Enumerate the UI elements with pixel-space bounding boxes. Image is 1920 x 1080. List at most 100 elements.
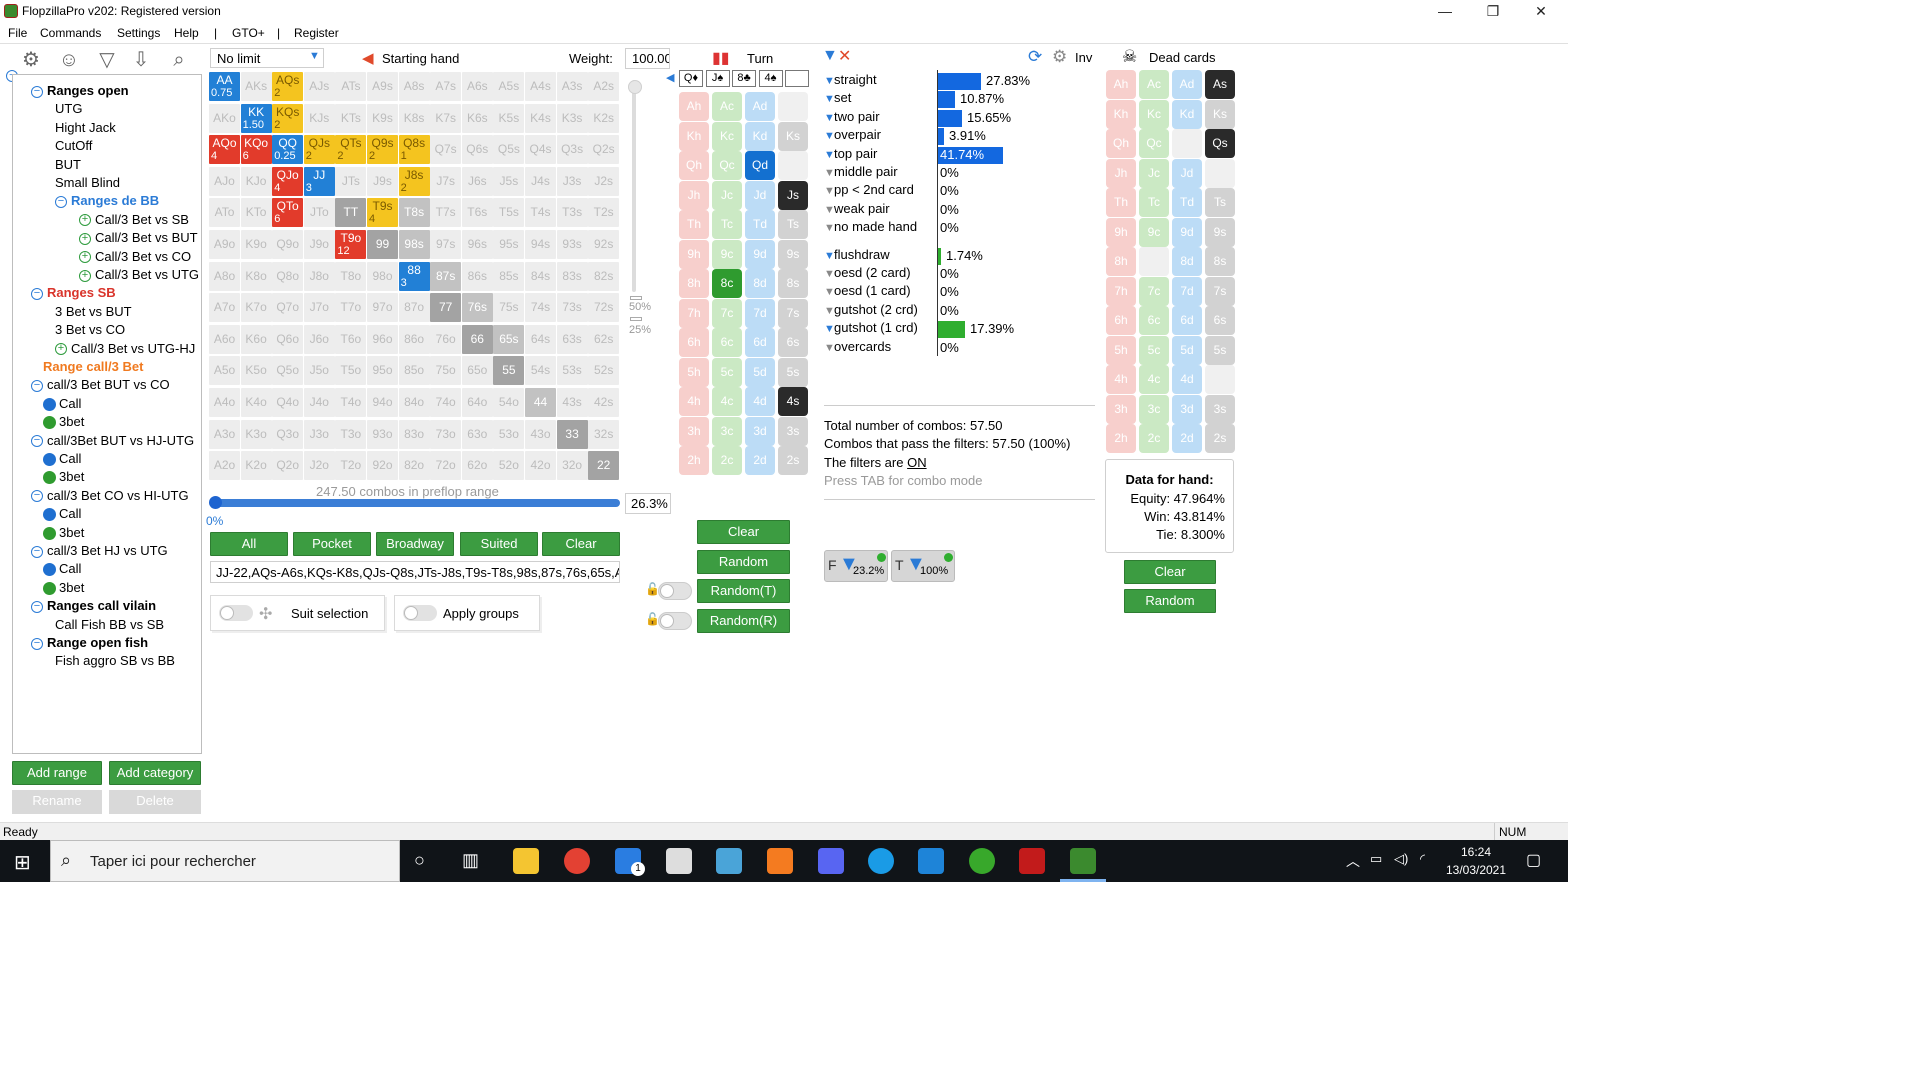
card-As[interactable]: As <box>778 92 808 121</box>
hand-cell[interactable]: AJo <box>209 166 240 196</box>
dead-card-7d[interactable]: 7d <box>1172 276 1202 306</box>
tree-node[interactable]: UTG <box>55 101 82 117</box>
tree-node[interactable]: + Call/3 Bet vs UTG <box>79 267 199 283</box>
weight-slider-track[interactable] <box>632 80 636 292</box>
tree-node[interactable]: + Call/3 Bet vs CO <box>79 249 191 265</box>
hand-cell[interactable]: 76s <box>461 293 493 323</box>
add-category-button[interactable]: Add category <box>109 761 201 785</box>
hand-cell[interactable]: Q5o <box>272 356 304 386</box>
tree-expander-icon[interactable]: − <box>31 379 43 392</box>
tree-node[interactable]: Call <box>43 506 81 522</box>
gear-icon[interactable]: ⚙ <box>18 47 44 73</box>
hand-cell[interactable]: Q9s 2 <box>367 135 398 165</box>
card-3c[interactable]: 3c <box>712 416 742 446</box>
dead-card-6d[interactable]: 6d <box>1172 306 1202 335</box>
hand-cell[interactable]: A5o <box>209 356 240 386</box>
hand-cell[interactable]: K9o <box>240 230 272 259</box>
hand-cell[interactable]: J2o <box>303 451 335 481</box>
range-all-button[interactable]: All <box>210 532 288 556</box>
users-icon[interactable]: ☺ <box>56 47 82 73</box>
menu-gto[interactable]: GTO+ <box>232 26 265 40</box>
hand-cell[interactable]: A3o <box>209 419 240 449</box>
filter-icon[interactable]: ▼ <box>824 167 835 179</box>
tree-expander-icon[interactable]: − <box>31 545 43 558</box>
tree-node[interactable]: + Call/3 Bet vs BUT <box>79 230 198 246</box>
hand-cell[interactable]: T4s <box>525 198 556 228</box>
hand-cell[interactable]: KTs <box>335 103 367 133</box>
hand-cell[interactable]: A7o <box>209 293 240 323</box>
hand-cell[interactable]: K3s <box>556 103 588 133</box>
volume-icon[interactable]: ◁) <box>1394 851 1408 867</box>
card-Kd[interactable]: Kd <box>745 121 775 151</box>
stat-row[interactable]: ▼no made hand <box>824 219 917 234</box>
dead-card-Jh[interactable]: Jh <box>1106 158 1136 188</box>
tree-node[interactable]: − Ranges open <box>31 83 129 99</box>
tree-node[interactable]: Range call/3 Bet <box>43 359 143 375</box>
range-slider-track[interactable] <box>210 499 620 507</box>
hand-cell[interactable]: J4s <box>525 166 556 196</box>
hand-cell[interactable]: Q3s <box>556 135 588 165</box>
hand-cell[interactable]: 54s <box>525 356 556 386</box>
dead-random-button[interactable]: Random <box>1124 589 1216 613</box>
hand-cell[interactable]: T2s <box>588 198 620 228</box>
card-3s[interactable]: 3s <box>778 416 808 446</box>
dead-card-Ks[interactable]: Ks <box>1205 99 1235 129</box>
hand-cell[interactable]: 75s <box>493 293 525 323</box>
hand-cell[interactable]: 72o <box>430 451 462 481</box>
stat-row[interactable]: ▼gutshot (1 crd) <box>824 320 918 335</box>
hand-cell[interactable]: 64o <box>461 388 493 417</box>
dead-card-Jc[interactable]: Jc <box>1139 158 1169 188</box>
dead-card-Kc[interactable]: Kc <box>1139 99 1169 129</box>
card-4s[interactable]: 4s <box>778 387 808 416</box>
hand-cell[interactable]: 84o <box>398 388 430 417</box>
hand-cell[interactable]: 93o <box>367 419 398 449</box>
hand-cell[interactable]: 53o <box>493 419 525 449</box>
dead-card-Kh[interactable]: Kh <box>1106 99 1136 129</box>
range-clear-button[interactable]: Clear <box>542 532 620 556</box>
menu-register[interactable]: Register <box>294 26 339 40</box>
dead-card-8d[interactable]: 8d <box>1172 247 1202 276</box>
filter-icon[interactable]: ▼ <box>824 222 835 234</box>
hand-cell[interactable]: K4o <box>240 388 272 417</box>
dead-card-Ad[interactable]: Ad <box>1172 70 1202 99</box>
hand-cell[interactable]: 52s <box>588 356 620 386</box>
hand-cell[interactable]: Q6o <box>272 324 304 354</box>
hand-cell[interactable]: 82s <box>588 261 620 291</box>
card-Kc[interactable]: Kc <box>712 121 742 151</box>
hand-cell[interactable]: 87o <box>398 293 430 323</box>
hand-cell[interactable]: QQ 0.25 <box>272 135 304 165</box>
stat-row[interactable]: ▼weak pair <box>824 201 890 216</box>
card-Th[interactable]: Th <box>679 210 709 239</box>
hand-cell[interactable]: J9o <box>303 230 335 259</box>
dead-card-4h[interactable]: 4h <box>1106 365 1136 394</box>
filter-icon[interactable]: ▼ <box>824 305 835 317</box>
filter-icon[interactable]: ▼ <box>824 112 835 124</box>
hand-cell[interactable]: A8s <box>398 72 430 101</box>
card-5s[interactable]: 5s <box>778 357 808 387</box>
card-9c[interactable]: 9c <box>712 239 742 269</box>
stat-row[interactable]: ▼gutshot (2 crd) <box>824 302 918 317</box>
hand-cell[interactable]: K2o <box>240 451 272 481</box>
filter-icon[interactable]: ▼ <box>824 323 835 335</box>
tree-node[interactable]: − call/3 Bet BUT vs CO <box>31 377 170 393</box>
hand-cell[interactable]: 55 <box>493 356 525 386</box>
tree-expander-icon[interactable]: − <box>55 195 67 208</box>
cortana-icon[interactable]: ○ <box>414 850 425 871</box>
file-explorer-icon[interactable] <box>513 848 539 874</box>
hand-cell[interactable]: J2s <box>588 166 620 196</box>
hand-cell[interactable]: A2s <box>588 72 620 101</box>
notes-icon[interactable] <box>716 848 742 874</box>
card-8c[interactable]: 8c <box>712 269 742 298</box>
hand-cell[interactable]: A5s <box>493 72 525 101</box>
search-icon[interactable]: ⌕ <box>166 47 192 73</box>
hand-cell[interactable]: A9s <box>367 72 398 101</box>
card-7c[interactable]: 7c <box>712 298 742 328</box>
random-r-button[interactable]: Random(R) <box>697 609 790 633</box>
dead-card-Qh[interactable]: Qh <box>1106 129 1136 158</box>
hand-cell[interactable]: QTo 6 <box>272 198 304 228</box>
hand-cell[interactable]: J6o <box>303 324 335 354</box>
tree-node[interactable]: − Ranges SB <box>31 285 116 301</box>
range-pocket-button[interactable]: Pocket <box>293 532 371 556</box>
hand-cell[interactable]: 84s <box>525 261 556 291</box>
hand-cell[interactable]: JTo <box>303 198 335 228</box>
